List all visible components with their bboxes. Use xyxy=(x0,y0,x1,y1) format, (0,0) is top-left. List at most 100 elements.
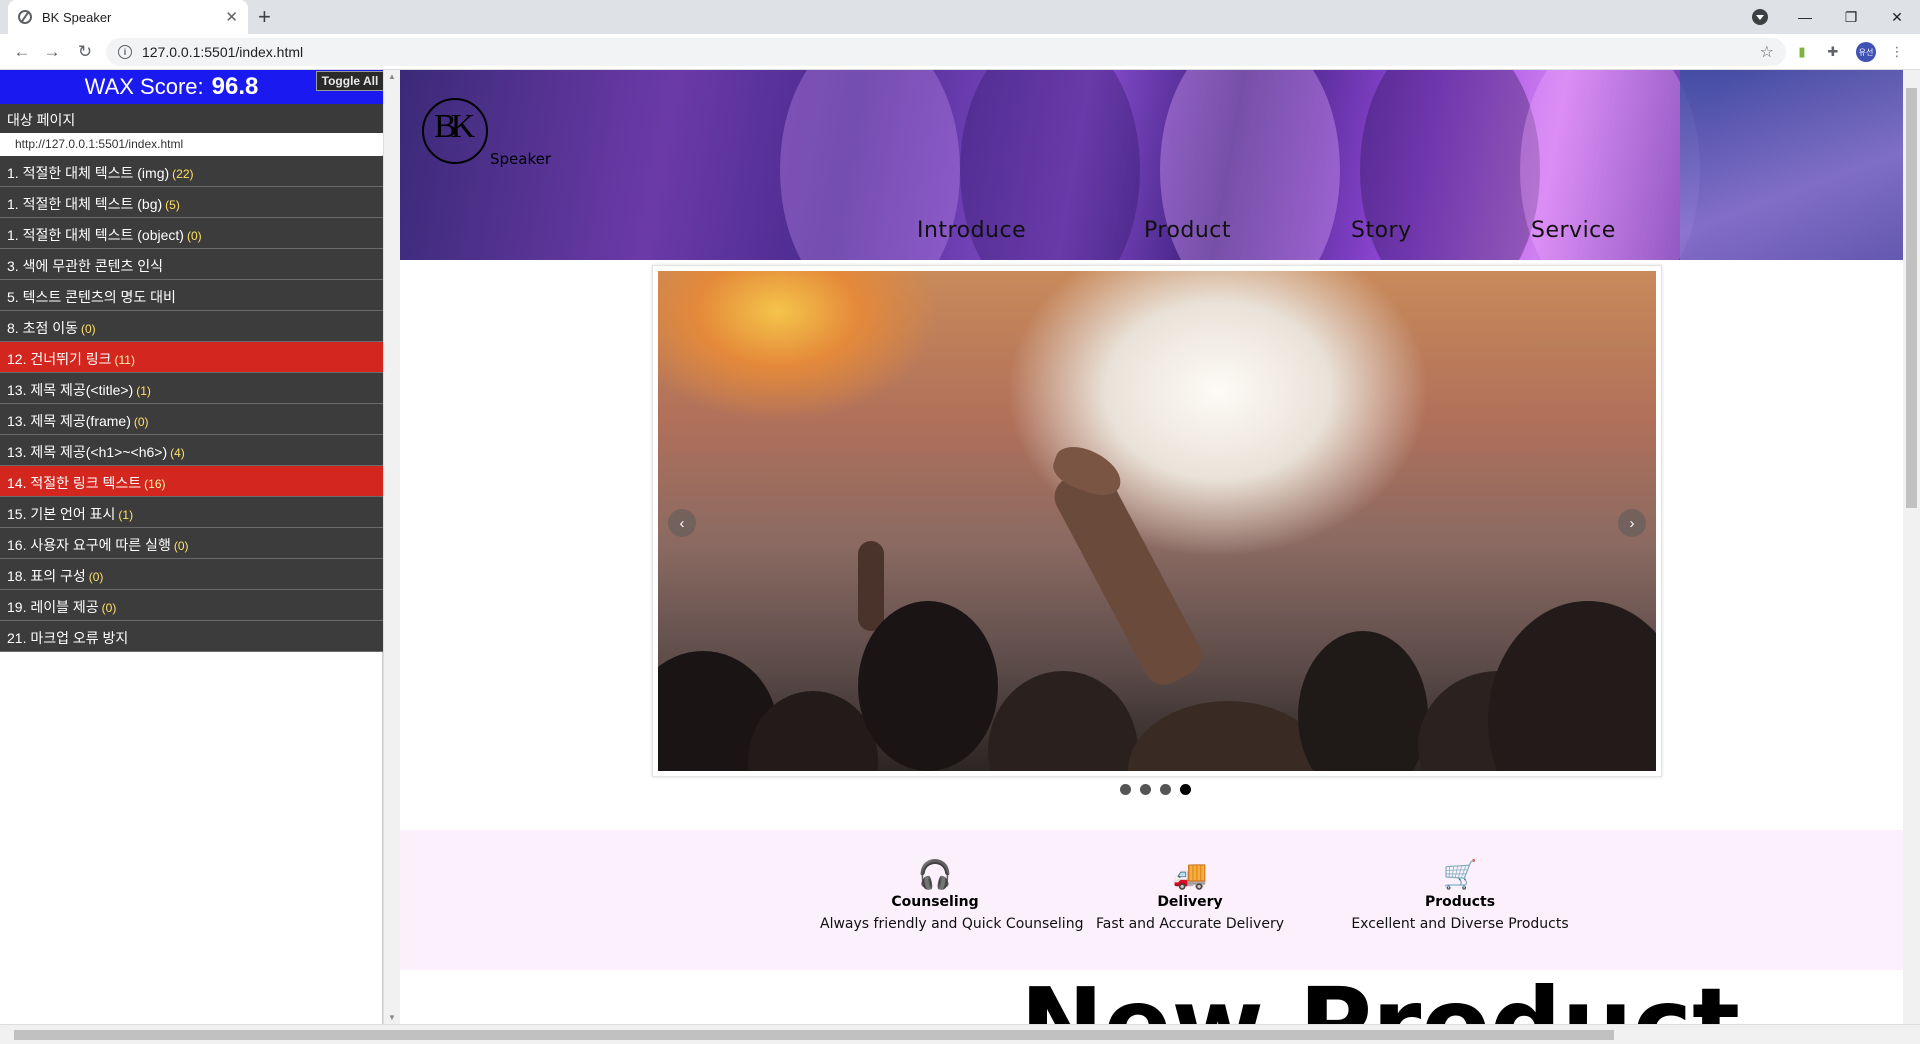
wax-check-count: (1) xyxy=(118,508,134,522)
wax-check-item[interactable]: 21. 마크업 오류 방지 xyxy=(0,621,383,652)
logo-glyph: BK xyxy=(434,108,475,145)
wax-check-item[interactable]: 13. 제목 제공(<title>) (1) xyxy=(0,373,383,404)
wax-check-count: (0) xyxy=(173,539,189,553)
wax-check-label: 12. 건너뛰기 링크 xyxy=(7,351,112,367)
site-info-icon[interactable]: i xyxy=(118,45,132,59)
site-logo[interactable]: BK xyxy=(422,98,488,164)
wax-check-label: 3. 색에 무관한 콘텐츠 인식 xyxy=(7,258,164,274)
wax-check-item[interactable]: 8. 초점 이동 (0) xyxy=(0,311,383,342)
section-heading-new-product: New Product xyxy=(1020,975,1740,1025)
wax-check-label: 8. 초점 이동 xyxy=(7,320,78,336)
wax-check-item[interactable]: 1. 적절한 대체 텍스트 (img) (22) xyxy=(0,156,383,187)
raised-arm xyxy=(1047,460,1209,692)
feature-name: Products xyxy=(1424,894,1496,910)
bookmark-star-icon[interactable]: ☆ xyxy=(1760,42,1774,62)
wax-check-item[interactable]: 1. 적절한 대체 텍스트 (object) (0) xyxy=(0,218,383,249)
wax-check-item[interactable]: 5. 텍스트 콘텐츠의 명도 대비 xyxy=(0,280,383,311)
scrollbar-thumb[interactable] xyxy=(1906,88,1917,508)
wax-target-url: http://127.0.0.1:5501/index.html xyxy=(0,133,383,155)
feature-desc: Excellent and Diverse Products xyxy=(1351,916,1569,932)
minimize-icon[interactable]: — xyxy=(1782,0,1828,34)
slider-prev-button[interactable]: ‹ xyxy=(668,509,696,537)
wax-check-label: 21. 마크업 오류 방지 xyxy=(7,630,129,646)
header-side-band xyxy=(1680,70,1903,260)
wax-panel-scrollbar[interactable]: ▲ ▼ xyxy=(383,70,400,1024)
page-viewport: BK Speaker Introduce Product Story Servi… xyxy=(400,70,1903,1024)
browser-tab[interactable]: BK Speaker ✕ xyxy=(8,0,248,34)
features-band: 🎧 Counseling Always friendly and Quick C… xyxy=(400,830,1903,970)
wax-check-label: 5. 텍스트 콘텐츠의 명도 대비 xyxy=(7,289,176,305)
wax-check-item[interactable]: 13. 제목 제공(<h1>~<h6>) (4) xyxy=(0,435,383,466)
slider-dot[interactable] xyxy=(1140,784,1151,795)
scrollbar-thumb[interactable] xyxy=(14,1030,1614,1040)
slider-pagination xyxy=(1120,784,1191,795)
restore-icon[interactable]: ❐ xyxy=(1828,0,1874,34)
wax-check-item[interactable]: 15. 기본 언어 표시 (1) xyxy=(0,497,383,528)
wax-check-item[interactable]: 14. 적절한 링크 텍스트 (16) xyxy=(0,466,383,497)
wax-check-item[interactable]: 3. 색에 무관한 콘텐츠 인식 xyxy=(0,249,383,280)
wax-target-label: 대상 페이지 xyxy=(0,104,383,133)
tab-search-icon[interactable] xyxy=(1752,9,1768,25)
headset-icon: 🎧 xyxy=(917,857,953,891)
wax-panel: WAX Score: 96.8 Toggle All 대상 페이지 http:/… xyxy=(0,70,384,1024)
back-icon[interactable]: ← xyxy=(10,40,34,64)
wax-score-label: WAX Score: xyxy=(84,74,204,99)
nav-introduce[interactable]: Introduce xyxy=(917,218,1026,243)
wax-check-label: 13. 제목 제공(<title>) xyxy=(7,382,134,398)
browser-menu-icon[interactable]: ⋮ xyxy=(1888,43,1906,61)
slider-dot[interactable] xyxy=(1120,784,1131,795)
feature-desc: Fast and Accurate Delivery xyxy=(1096,916,1284,932)
browser-tab-strip: BK Speaker ✕ + — ❐ ✕ xyxy=(0,0,1920,34)
favicon-icon xyxy=(18,10,32,24)
wax-check-item[interactable]: 18. 표의 구성 (0) xyxy=(0,559,383,590)
wax-check-count: (0) xyxy=(186,229,202,243)
wax-check-item[interactable]: 12. 건너뛰기 링크 (11) xyxy=(0,342,383,373)
crowd-head xyxy=(1298,631,1428,771)
wax-check-count: (0) xyxy=(133,415,149,429)
extension-icon[interactable]: ▮ xyxy=(1793,43,1811,61)
slider-next-button[interactable]: › xyxy=(1618,509,1646,537)
toggle-all-button[interactable]: Toggle All xyxy=(316,71,384,91)
scroll-down-icon[interactable]: ▼ xyxy=(388,1013,396,1022)
wax-check-label: 1. 적절한 대체 텍스트 (object) xyxy=(7,227,184,243)
wax-check-label: 15. 기본 언어 표시 xyxy=(7,506,116,522)
feature-name: Delivery xyxy=(1157,894,1223,910)
wax-check-item[interactable]: 19. 레이블 제공 (0) xyxy=(0,590,383,621)
hero-slider: ‹ › xyxy=(652,265,1662,777)
new-tab-icon[interactable]: + xyxy=(258,4,271,30)
slider-dot[interactable] xyxy=(1160,784,1171,795)
address-url[interactable]: 127.0.0.1:5501/index.html xyxy=(142,44,303,60)
nav-product[interactable]: Product xyxy=(1144,218,1231,243)
reload-icon[interactable]: ↻ xyxy=(73,40,97,64)
page-vertical-scrollbar[interactable] xyxy=(1903,70,1920,1024)
nav-story[interactable]: Story xyxy=(1351,218,1412,243)
wax-check-count: (1) xyxy=(136,384,151,398)
scroll-up-icon[interactable]: ▲ xyxy=(388,72,396,81)
wax-check-label: 14. 적절한 링크 텍스트 xyxy=(7,475,142,491)
nav-service[interactable]: Service xyxy=(1531,218,1616,243)
wax-check-label: 13. 제목 제공(<h1>~<h6>) xyxy=(7,444,168,460)
truck-icon: 🚚 xyxy=(1172,857,1208,891)
wax-check-label: 1. 적절한 대체 텍스트 (img) xyxy=(7,165,170,181)
wax-check-item[interactable]: 16. 사용자 요구에 따른 실행 (0) xyxy=(0,528,383,559)
feature-desc: Always friendly and Quick Counseling xyxy=(820,916,1084,932)
feature-products: 🛒 Products Excellent and Diverse Product… xyxy=(1340,858,1580,933)
profile-avatar[interactable]: 유선 xyxy=(1856,42,1876,62)
close-tab-icon[interactable]: ✕ xyxy=(225,8,238,26)
forward-icon[interactable]: → xyxy=(40,40,64,64)
address-bar[interactable]: i 127.0.0.1:5501/index.html ☆ xyxy=(106,38,1786,66)
wax-check-item[interactable]: 13. 제목 제공(frame) (0) xyxy=(0,404,383,435)
wax-check-label: 1. 적절한 대체 텍스트 (bg) xyxy=(7,196,163,212)
extensions-puzzle-icon[interactable]: ✚ xyxy=(1824,43,1842,61)
feature-counseling: 🎧 Counseling Always friendly and Quick C… xyxy=(820,857,1084,933)
wax-check-item[interactable]: 1. 적절한 대체 텍스트 (bg) (5) xyxy=(0,187,383,218)
wax-check-count: (16) xyxy=(144,477,166,491)
wax-check-label: 16. 사용자 요구에 따른 실행 xyxy=(7,537,171,553)
close-window-icon[interactable]: ✕ xyxy=(1874,0,1920,34)
wax-check-count: (5) xyxy=(165,198,180,212)
slider-dot[interactable] xyxy=(1180,784,1191,795)
wax-check-count: (0) xyxy=(88,570,104,584)
tab-title: BK Speaker xyxy=(42,9,112,25)
page-horizontal-scrollbar[interactable] xyxy=(0,1024,1920,1044)
feature-name: Counseling xyxy=(891,894,979,910)
